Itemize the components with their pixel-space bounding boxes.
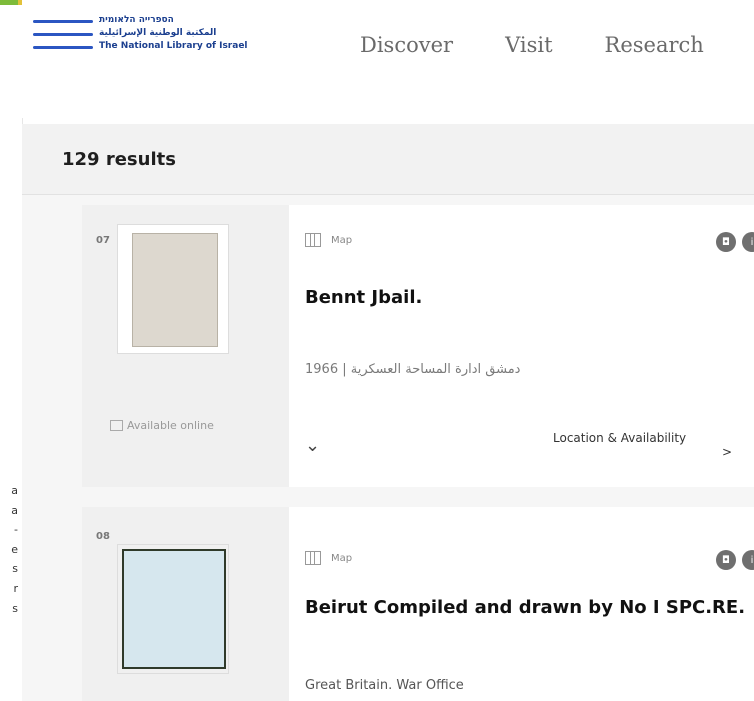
- library-logo[interactable]: הספרייה הלאומית المكتبة الوطنية الإسرائي…: [33, 14, 248, 59]
- nav-research[interactable]: Research: [605, 33, 704, 57]
- logo-line-hebrew: הספרייה הלאומית: [99, 15, 174, 25]
- site-header: הספרייה הלאומית المكتبة الوطنية الإسرائي…: [22, 0, 754, 118]
- nav-visit[interactable]: Visit: [505, 33, 552, 57]
- item-type: Map: [305, 551, 352, 565]
- info-icon[interactable]: i: [742, 550, 754, 570]
- map-icon: [305, 233, 321, 247]
- result-number: 08: [96, 531, 110, 542]
- result-card[interactable]: 08 Map ◘ i Beirut Compiled and drawn by …: [82, 507, 754, 701]
- left-gutter: a a - e s r s: [0, 0, 50, 701]
- thumbnail-column: 08: [82, 507, 289, 701]
- action-badges: ◘ i: [710, 550, 754, 570]
- available-online[interactable]: Available online: [110, 419, 214, 432]
- results-count: 129 results: [62, 149, 176, 170]
- map-image: [132, 233, 218, 347]
- item-title[interactable]: Bennt Jbail.: [305, 285, 754, 311]
- info-column: Map ◘ i Beirut Compiled and drawn by No …: [289, 507, 754, 701]
- info-icon[interactable]: i: [742, 232, 754, 252]
- results-bar: 129 results: [22, 124, 754, 195]
- save-icon[interactable]: ◘: [716, 550, 736, 570]
- item-meta: Great Britain. War Office: [305, 678, 464, 693]
- item-meta: 1966 | دمشق ادارة المساحة العسكرية: [305, 362, 521, 377]
- online-icon: [110, 420, 123, 431]
- map-thumbnail[interactable]: [118, 545, 228, 673]
- item-title[interactable]: Beirut Compiled and drawn by No I SPC.RE…: [305, 595, 754, 621]
- result-card[interactable]: 07 Available online Map ◘ i Bennt Jbail.…: [82, 205, 754, 487]
- main-nav: Discover Visit Research: [360, 33, 754, 57]
- info-column: Map ◘ i Bennt Jbail. 1966 | دمشق ادارة ا…: [289, 205, 754, 487]
- chevron-down-icon[interactable]: ⌄: [305, 435, 320, 456]
- result-number: 07: [96, 235, 110, 246]
- map-thumbnail[interactable]: [118, 225, 228, 353]
- nav-discover[interactable]: Discover: [360, 33, 453, 57]
- item-type: Map: [305, 233, 352, 247]
- map-icon: [305, 551, 321, 565]
- map-image: [122, 549, 226, 669]
- location-availability[interactable]: Location & Availability: [553, 430, 686, 446]
- action-badges: ◘ i: [710, 232, 754, 252]
- logo-mark-icon: [33, 20, 93, 59]
- logo-line-english: The National Library of Israel: [99, 41, 248, 51]
- cropped-side-text: a a - e s r s: [11, 484, 18, 615]
- logo-text: הספרייה הלאומית المكتبة الوطنية الإسرائي…: [99, 14, 248, 53]
- thumbnail-column: 07 Available online: [82, 205, 289, 487]
- logo-line-arabic: المكتبة الوطنية الإسرائيلية: [99, 28, 217, 38]
- save-icon[interactable]: ◘: [716, 232, 736, 252]
- chevron-right-icon[interactable]: >: [722, 445, 732, 459]
